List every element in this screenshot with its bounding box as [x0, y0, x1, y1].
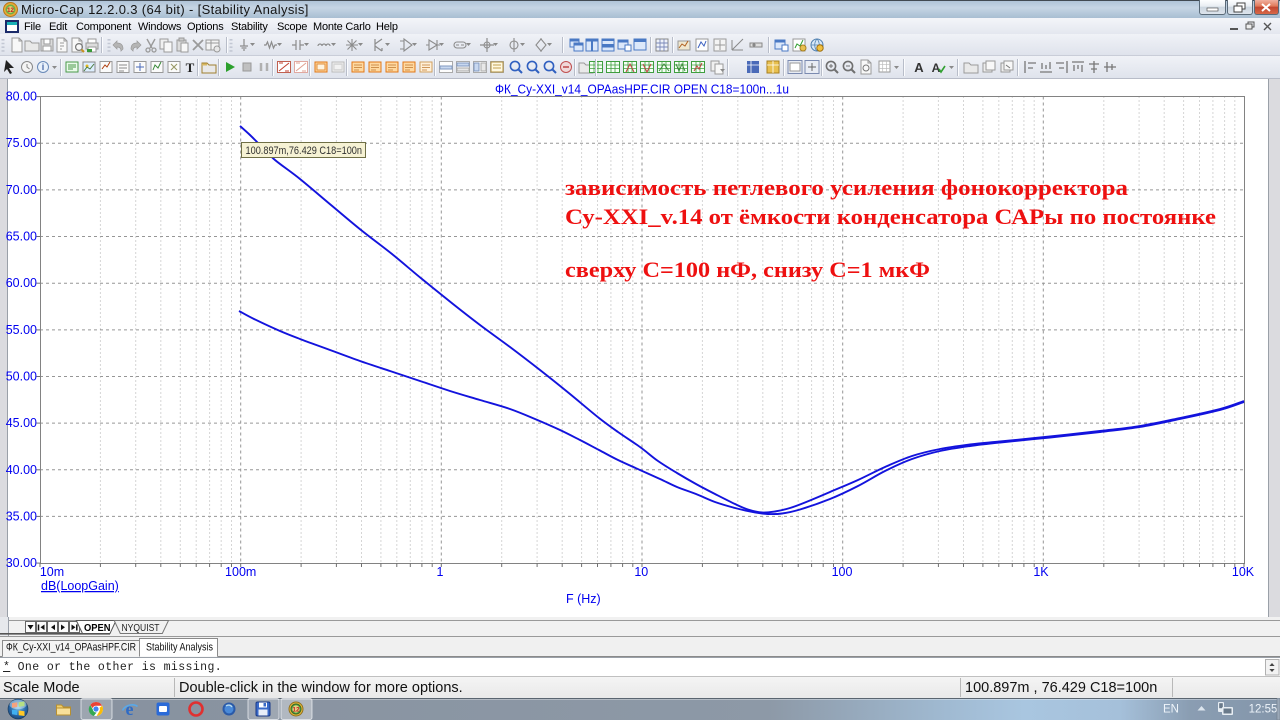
- svg-text:10K: 10K: [1232, 565, 1255, 579]
- svg-text:70.00: 70.00: [6, 183, 37, 197]
- svg-text:50.00: 50.00: [6, 370, 37, 384]
- svg-text:A: A: [932, 61, 941, 75]
- svg-text:зависимость петлевого усиления: зависимость петлевого усиления фонокорре…: [565, 175, 1128, 200]
- svg-text:NYQUIST: NYQUIST: [122, 623, 160, 634]
- svg-text:60.00: 60.00: [6, 276, 37, 290]
- svg-text:e: e: [126, 699, 134, 719]
- svg-text:100.897m,76.429 C18=100n: 100.897m,76.429 C18=100n: [246, 145, 363, 157]
- svg-text:Stability Analysis: Stability Analysis: [146, 642, 213, 654]
- svg-text:55.00: 55.00: [6, 323, 37, 337]
- svg-text:EN: EN: [1163, 704, 1179, 716]
- svg-text:40.00: 40.00: [6, 463, 37, 477]
- svg-text:30.00: 30.00: [6, 556, 37, 570]
- svg-text:ФК_Cy-XXI_v14_OPAasHPF.CIR: ФК_Cy-XXI_v14_OPAasHPF.CIR: [6, 642, 136, 654]
- svg-text:T: T: [186, 60, 195, 75]
- svg-text:10: 10: [634, 565, 648, 579]
- svg-text:1K: 1K: [1033, 565, 1049, 579]
- svg-text:75.00: 75.00: [6, 136, 37, 150]
- svg-text:80.00: 80.00: [6, 90, 37, 104]
- svg-text:65.00: 65.00: [6, 230, 37, 244]
- svg-text:100m: 100m: [225, 565, 256, 579]
- svg-text:i: i: [42, 62, 45, 72]
- svg-text:dB(LoopGain): dB(LoopGain): [41, 579, 119, 593]
- svg-text:10m: 10m: [40, 565, 64, 579]
- svg-text:1: 1: [437, 565, 444, 579]
- svg-text:45.00: 45.00: [6, 416, 37, 430]
- svg-text:OPEN: OPEN: [84, 622, 111, 634]
- svg-text:35.00: 35.00: [6, 509, 37, 523]
- svg-text:ФК_Су-XXI_v14_OPAasHPF.CIR OPE: ФК_Су-XXI_v14_OPAasHPF.CIR OPEN C18=100n…: [495, 83, 789, 97]
- svg-text:12:55: 12:55: [1249, 704, 1278, 716]
- svg-text:F (Hz): F (Hz): [566, 592, 601, 606]
- svg-text:A: A: [914, 60, 924, 75]
- svg-text:100: 100: [832, 565, 853, 579]
- svg-text:сверху С=100 нФ, снизу С=1 мкФ: сверху С=100 нФ, снизу С=1 мкФ: [565, 257, 930, 282]
- svg-text:12: 12: [292, 707, 300, 714]
- svg-text:Су-XXI_v.14 от ёмкости конденс: Су-XXI_v.14 от ёмкости конденсатора САРы…: [565, 204, 1216, 229]
- svg-text:12: 12: [7, 8, 14, 14]
